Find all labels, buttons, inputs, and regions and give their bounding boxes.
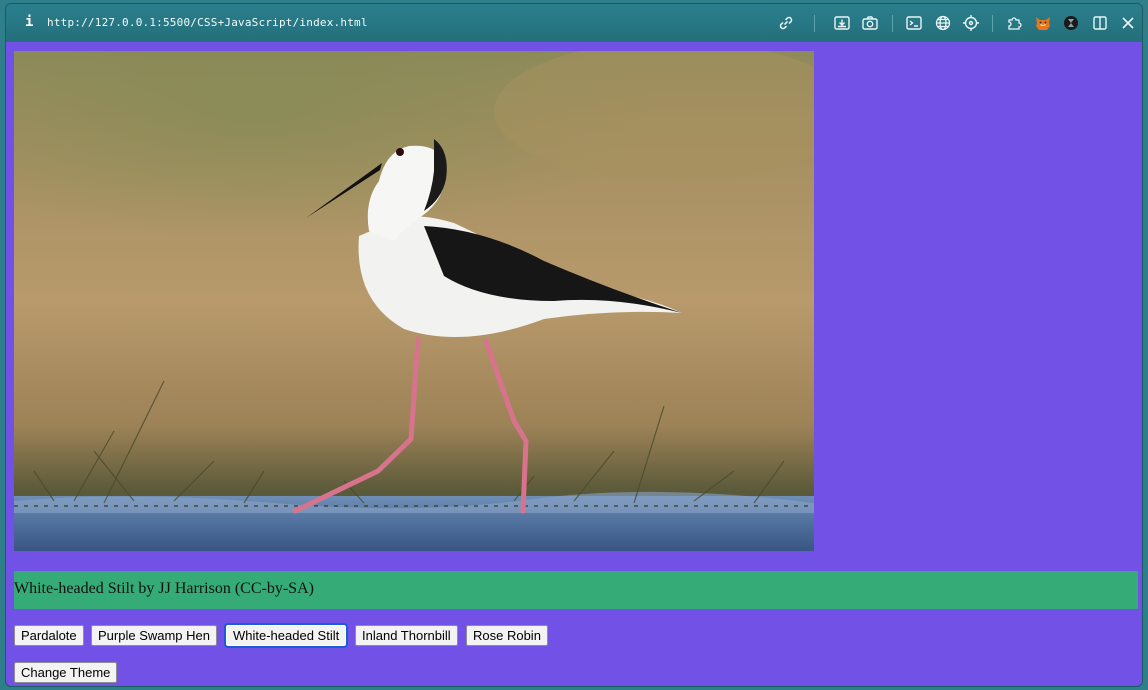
- link-icon[interactable]: [777, 14, 795, 32]
- download-icon[interactable]: [833, 14, 851, 32]
- close-icon[interactable]: [1119, 14, 1137, 32]
- bird-photo: [14, 51, 814, 551]
- url-text[interactable]: http://127.0.0.1:5500/CSS+JavaScript/ind…: [47, 16, 368, 29]
- address-bar: i http://127.0.0.1:5500/CSS+JavaScript/i…: [6, 4, 1142, 42]
- toolbar-separator: [892, 15, 893, 32]
- browser-window: i http://127.0.0.1:5500/CSS+JavaScript/i…: [5, 3, 1143, 687]
- puzzle-icon[interactable]: [1006, 14, 1024, 32]
- white-headed-stilt-button[interactable]: White-headed Stilt: [223, 623, 349, 648]
- purple-swamp-hen-button[interactable]: Purple Swamp Hen: [91, 625, 217, 646]
- pardalote-button[interactable]: Pardalote: [14, 625, 84, 646]
- extension-icon[interactable]: [1062, 14, 1080, 32]
- camera-icon[interactable]: [861, 14, 879, 32]
- crosshair-icon[interactable]: [962, 14, 980, 32]
- terminal-icon[interactable]: [905, 14, 923, 32]
- toolbar-separator: [814, 15, 815, 32]
- split-view-icon[interactable]: [1091, 14, 1109, 32]
- toolbar-separator: [992, 15, 993, 32]
- page-content: White-headed Stilt by JJ Harrison (CC-by…: [6, 42, 1142, 686]
- globe-icon[interactable]: [934, 14, 952, 32]
- rose-robin-button[interactable]: Rose Robin: [466, 625, 548, 646]
- image-caption: White-headed Stilt by JJ Harrison (CC-by…: [14, 571, 1138, 609]
- fox-icon[interactable]: [1034, 14, 1052, 32]
- change-theme-button[interactable]: Change Theme: [14, 662, 118, 683]
- info-icon[interactable]: i: [25, 14, 35, 32]
- inland-thornbill-button[interactable]: Inland Thornbill: [355, 625, 458, 646]
